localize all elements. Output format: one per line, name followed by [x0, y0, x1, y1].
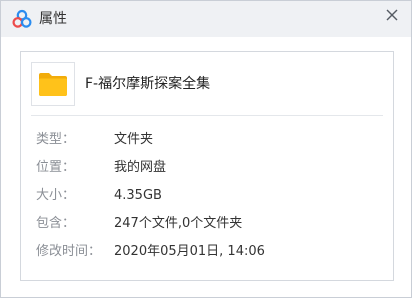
property-label: 位置： [36, 160, 76, 175]
property-value: 文件夹 [114, 132, 154, 147]
file-header: F-福尔摩斯探案全集 [21, 52, 393, 116]
property-label: 大小： [36, 188, 76, 203]
property-row-type: 类型： 文件夹 [21, 126, 393, 154]
folder-icon [39, 73, 67, 96]
property-value: 4.35GB [114, 188, 162, 203]
property-row-location: 位置： 我的网盘 [21, 154, 393, 182]
property-value: 247个文件,0个文件夹 [114, 216, 243, 231]
property-label: 包含： [36, 216, 76, 231]
properties-dialog: 属性 F-福尔摩斯探案全集 类型： 文件夹 位置： 我的网盘 大小： 4.35G… [0, 0, 412, 298]
file-name: F-福尔摩斯探案全集 [85, 76, 211, 92]
property-row-contains: 包含： 247个文件,0个文件夹 [21, 210, 393, 238]
file-thumbnail [31, 62, 75, 106]
title-bar[interactable]: 属性 [1, 1, 411, 37]
dialog-title: 属性 [39, 11, 67, 27]
property-value: 我的网盘 [114, 160, 167, 175]
property-list: 类型： 文件夹 位置： 我的网盘 大小： 4.35GB 包含： 247个文件,0… [21, 126, 393, 266]
property-label: 类型： [36, 132, 76, 147]
baidu-netdisk-cloud-icon [12, 9, 32, 28]
property-label: 修改时间： [36, 244, 102, 259]
divider [31, 115, 383, 116]
property-row-modified: 修改时间： 2020年05月01日, 14:06 [21, 238, 393, 266]
properties-panel: F-福尔摩斯探案全集 类型： 文件夹 位置： 我的网盘 大小： 4.35GB 包… [20, 51, 394, 281]
property-value: 2020年05月01日, 14:06 [114, 244, 265, 259]
property-row-size: 大小： 4.35GB [21, 182, 393, 210]
close-icon[interactable] [382, 5, 402, 25]
